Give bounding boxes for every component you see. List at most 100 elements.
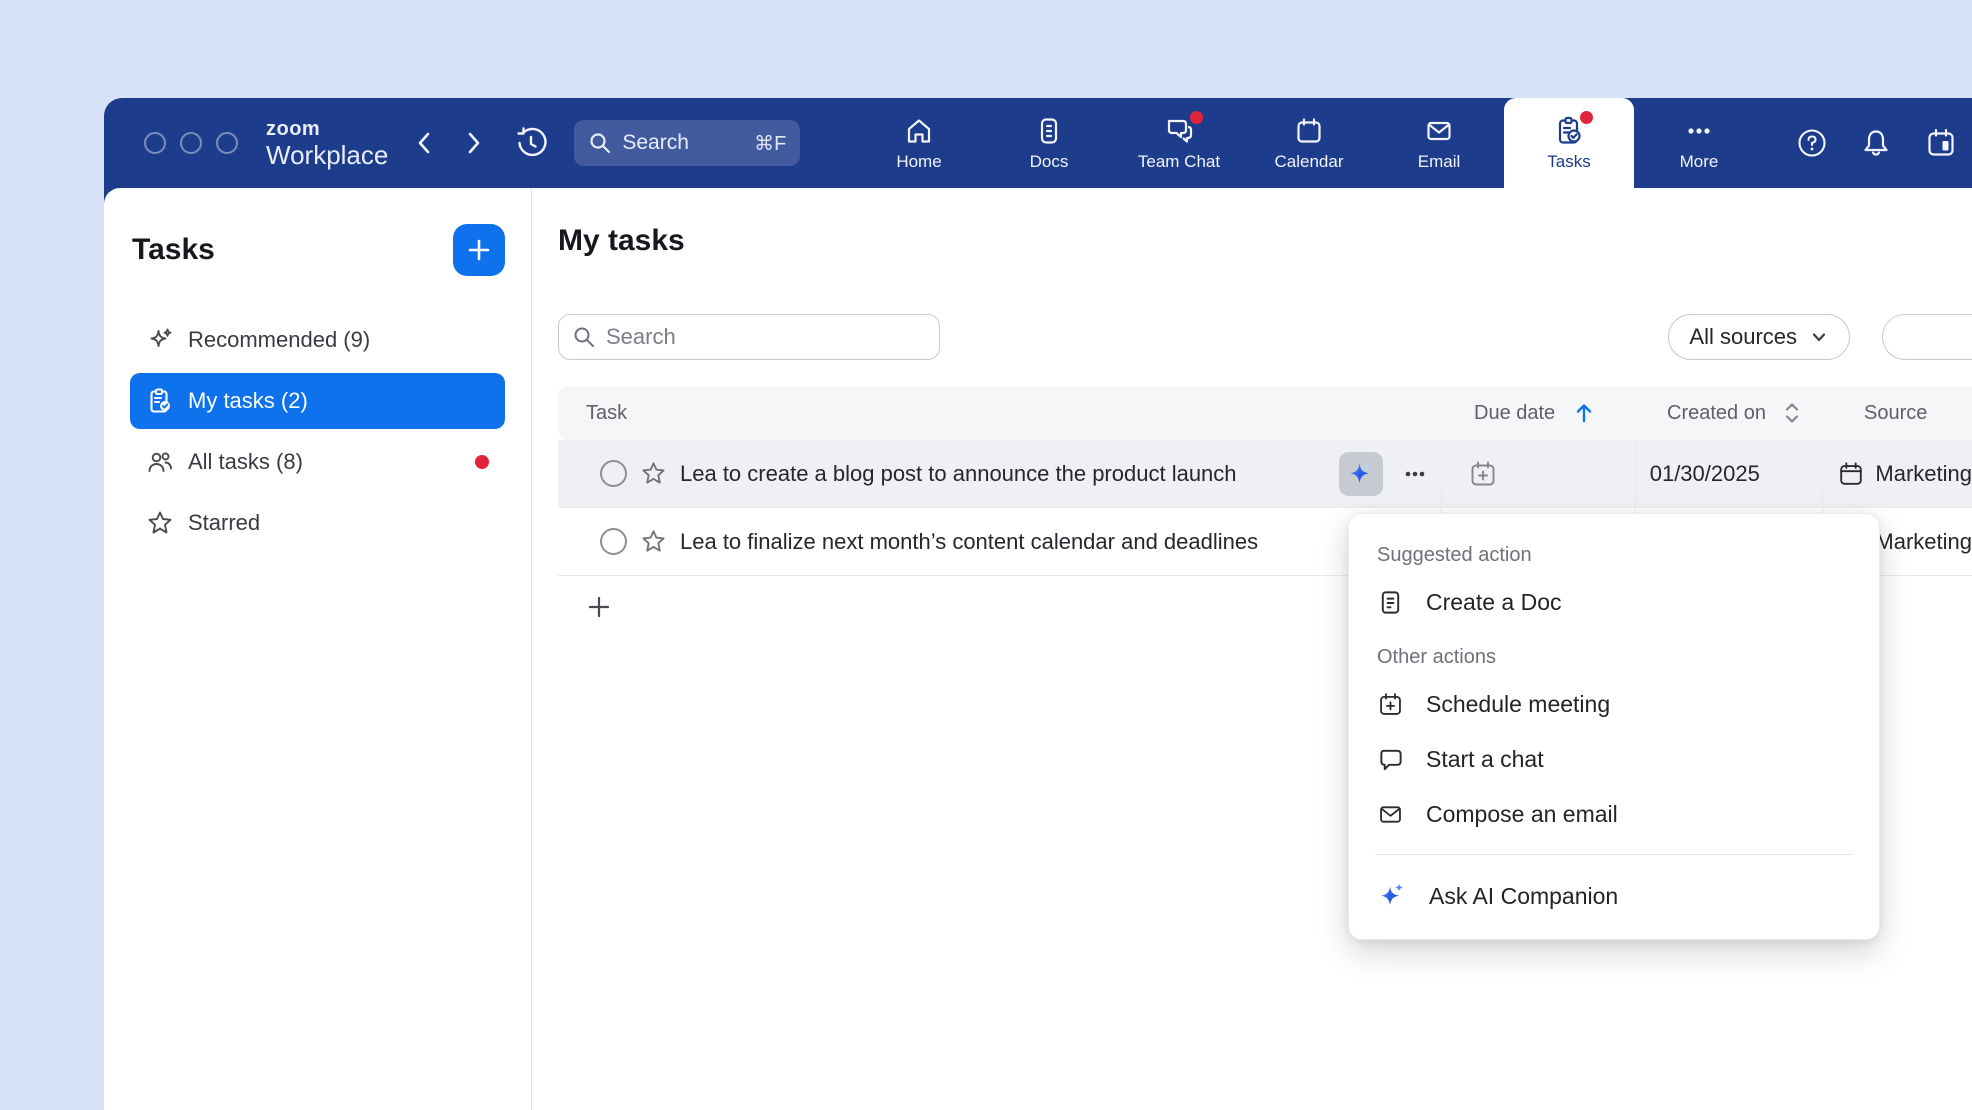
sidebar-title: Tasks (130, 233, 215, 267)
history-icon[interactable] (514, 126, 548, 160)
search-icon (588, 131, 612, 155)
team-chat-icon (1163, 115, 1195, 147)
sidebar-item-label: My tasks (2) (188, 388, 308, 414)
home-icon (904, 115, 934, 147)
zoom-workplace-logo: zoom Workplace (266, 119, 388, 168)
calendar-plus-icon (1377, 691, 1404, 718)
add-task-plus-icon[interactable] (586, 594, 612, 620)
task-list-icon (146, 387, 174, 415)
window-zoom-button[interactable] (216, 132, 238, 154)
due-date-cell[interactable] (1441, 440, 1635, 507)
task-complete-radio[interactable] (600, 528, 627, 555)
calendar-plus-icon[interactable] (1468, 459, 1498, 489)
column-due-date[interactable]: Due date (1457, 400, 1654, 426)
sparkle-icon (146, 326, 174, 354)
column-task: Task (558, 402, 1457, 425)
global-search-placeholder: Search (622, 131, 689, 155)
email-icon (1424, 115, 1454, 147)
plus-icon (466, 237, 492, 263)
task-search-input[interactable] (606, 324, 906, 350)
chat-icon (1377, 746, 1404, 773)
team-chat-badge (1190, 111, 1203, 124)
more-icon (1684, 115, 1714, 147)
help-icon[interactable] (1796, 127, 1828, 159)
star-icon[interactable] (640, 528, 667, 555)
nav-calendar[interactable]: Calendar (1244, 98, 1374, 188)
search-icon (572, 325, 596, 349)
tasks-icon (1553, 115, 1585, 147)
table-row[interactable]: Lea to create a blog post to announce th… (558, 440, 1972, 508)
source-cell: Marketing (1822, 440, 1972, 507)
menu-item-ask-ai-companion[interactable]: Ask AI Companion (1349, 867, 1879, 925)
titlebar: zoom Workplace Search ⌘F (104, 98, 1972, 188)
forward-icon[interactable] (464, 130, 484, 156)
window-controls[interactable] (144, 132, 238, 154)
new-task-button[interactable] (453, 224, 505, 276)
menu-divider (1375, 854, 1853, 855)
tasks-badge (1580, 111, 1593, 124)
nav-more[interactable]: More (1634, 98, 1764, 188)
window-close-button[interactable] (144, 132, 166, 154)
row-more-icon[interactable] (1401, 460, 1429, 488)
filter-dropdown-partial[interactable] (1882, 314, 1972, 360)
global-search-input[interactable]: Search ⌘F (574, 120, 800, 166)
page-title: My tasks (558, 224, 1972, 258)
ai-sparkle-icon (1346, 459, 1376, 489)
nav-email-label: Email (1418, 152, 1461, 172)
ai-sparkle-icon (1377, 881, 1407, 911)
ai-companion-button[interactable] (1339, 452, 1383, 496)
sort-toggle-icon[interactable] (1780, 400, 1804, 426)
sidebar-item-my-tasks[interactable]: My tasks (2) (130, 373, 505, 429)
sidebar-item-starred[interactable]: Starred (130, 495, 505, 551)
window-minimize-button[interactable] (180, 132, 202, 154)
menu-item-compose-email[interactable]: Compose an email (1349, 787, 1879, 842)
sidebar-item-all-tasks[interactable]: All tasks (8) (130, 434, 505, 490)
doc-icon (1377, 589, 1404, 616)
nav-tasks[interactable]: Tasks (1504, 98, 1634, 188)
calendar-icon (1294, 115, 1324, 147)
task-search-field[interactable] (558, 314, 940, 360)
task-title: Lea to create a blog post to announce th… (680, 461, 1237, 487)
source-filter-dropdown[interactable]: All sources (1668, 314, 1850, 360)
star-icon[interactable] (640, 460, 667, 487)
nav-calendar-label: Calendar (1275, 152, 1344, 172)
back-icon[interactable] (414, 130, 434, 156)
sidebar-item-label: Starred (188, 510, 260, 536)
source-name: Marketing (1875, 461, 1972, 487)
docs-icon (1034, 115, 1064, 147)
desktop: { "colors": { "accent": "#0E72ED", "head… (0, 0, 1972, 1110)
people-icon (146, 448, 174, 476)
chevron-down-icon (1809, 327, 1829, 347)
task-title: Lea to finalize next month’s content cal… (680, 529, 1258, 555)
menu-item-create-doc[interactable]: Create a Doc (1349, 575, 1879, 630)
menu-section-label: Suggested action (1349, 536, 1879, 575)
schedule-calendar-icon[interactable] (1924, 126, 1958, 160)
table-header-row: Task Due date Created on Source (558, 386, 1972, 440)
nav-email[interactable]: Email (1374, 98, 1504, 188)
task-complete-radio[interactable] (600, 460, 627, 487)
created-on-cell: 01/30/2025 (1635, 440, 1823, 507)
nav-team-chat-label: Team Chat (1138, 152, 1220, 172)
nav-home[interactable]: Home (854, 98, 984, 188)
nav-more-label: More (1680, 152, 1719, 172)
app-nav: Home Docs Team Chat Calendar (854, 98, 1764, 188)
nav-team-chat[interactable]: Team Chat (1114, 98, 1244, 188)
tasks-sidebar: Tasks Recommended (9) My tasks (2) All t… (104, 188, 532, 1110)
column-created-on[interactable]: Created on (1654, 400, 1845, 426)
suggested-actions-menu: Suggested action Create a Doc Other acti… (1348, 513, 1880, 940)
search-shortcut-hint: ⌘F (754, 131, 786, 156)
sort-ascending-icon[interactable] (1571, 400, 1597, 426)
logo-zoom-text: zoom (266, 119, 388, 139)
menu-item-schedule-meeting[interactable]: Schedule meeting (1349, 677, 1879, 732)
calendar-source-icon (1837, 460, 1865, 488)
sidebar-item-label: Recommended (9) (188, 327, 370, 353)
notifications-bell-icon[interactable] (1860, 127, 1892, 159)
sidebar-item-recommended[interactable]: Recommended (9) (130, 312, 505, 368)
logo-workplace-text: Workplace (266, 142, 388, 168)
star-icon (146, 509, 174, 537)
mail-icon (1377, 801, 1404, 828)
all-tasks-badge (475, 455, 489, 469)
sidebar-item-label: All tasks (8) (188, 449, 303, 475)
menu-item-start-chat[interactable]: Start a chat (1349, 732, 1879, 787)
nav-docs[interactable]: Docs (984, 98, 1114, 188)
